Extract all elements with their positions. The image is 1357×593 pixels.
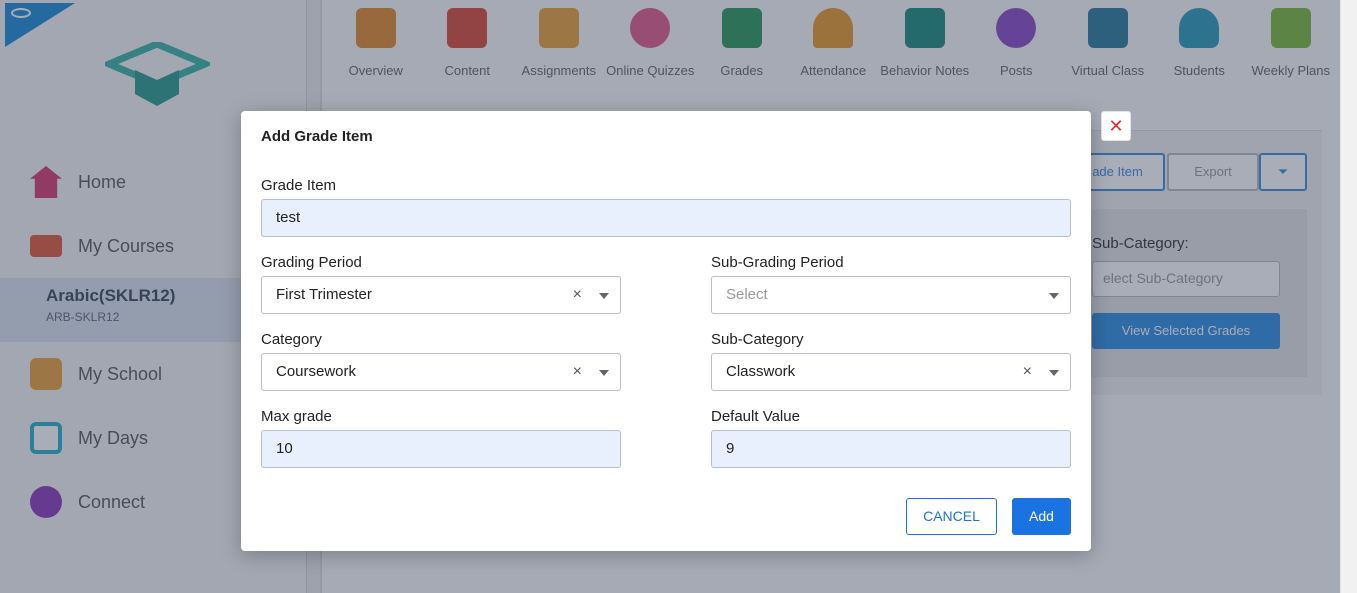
- category-label: Category: [261, 331, 322, 348]
- sub-grading-period-select[interactable]: Select: [711, 276, 1071, 314]
- grading-period-label: Grading Period: [261, 254, 362, 271]
- category-select[interactable]: Coursework ×: [261, 353, 621, 391]
- sub-grading-period-placeholder: Select: [726, 286, 768, 303]
- add-button[interactable]: Add: [1012, 498, 1071, 535]
- sub-category-select[interactable]: Classwork ×: [711, 353, 1071, 391]
- close-button[interactable]: ✕: [1101, 111, 1131, 141]
- grading-period-select[interactable]: First Trimester ×: [261, 276, 621, 314]
- chevron-down-icon[interactable]: [599, 370, 609, 376]
- grade-item-input[interactable]: test: [261, 199, 1071, 237]
- add-grade-item-modal: Add Grade Item Grade Item test Grading P…: [241, 111, 1091, 551]
- category-value: Coursework: [276, 363, 357, 380]
- clear-icon[interactable]: ×: [573, 354, 582, 390]
- chevron-down-icon[interactable]: [599, 293, 609, 299]
- modal-title: Add Grade Item: [261, 128, 373, 145]
- grade-item-label: Grade Item: [261, 177, 337, 194]
- cancel-button[interactable]: CANCEL: [906, 498, 997, 535]
- sub-category-label: Sub-Category: [711, 331, 804, 348]
- page-scrollbar[interactable]: [1340, 0, 1357, 593]
- default-value-label: Default Value: [711, 408, 800, 425]
- clear-icon[interactable]: ×: [573, 277, 582, 313]
- chevron-down-icon[interactable]: [1049, 370, 1059, 376]
- chevron-down-icon[interactable]: [1049, 293, 1059, 299]
- max-grade-input[interactable]: 10: [261, 430, 621, 468]
- clear-icon[interactable]: ×: [1023, 354, 1032, 390]
- sub-category-value: Classwork: [726, 363, 796, 380]
- default-value-input[interactable]: 9: [711, 430, 1071, 468]
- grading-period-value: First Trimester: [276, 286, 372, 303]
- sub-grading-period-label: Sub-Grading Period: [711, 254, 844, 271]
- max-grade-label: Max grade: [261, 408, 332, 425]
